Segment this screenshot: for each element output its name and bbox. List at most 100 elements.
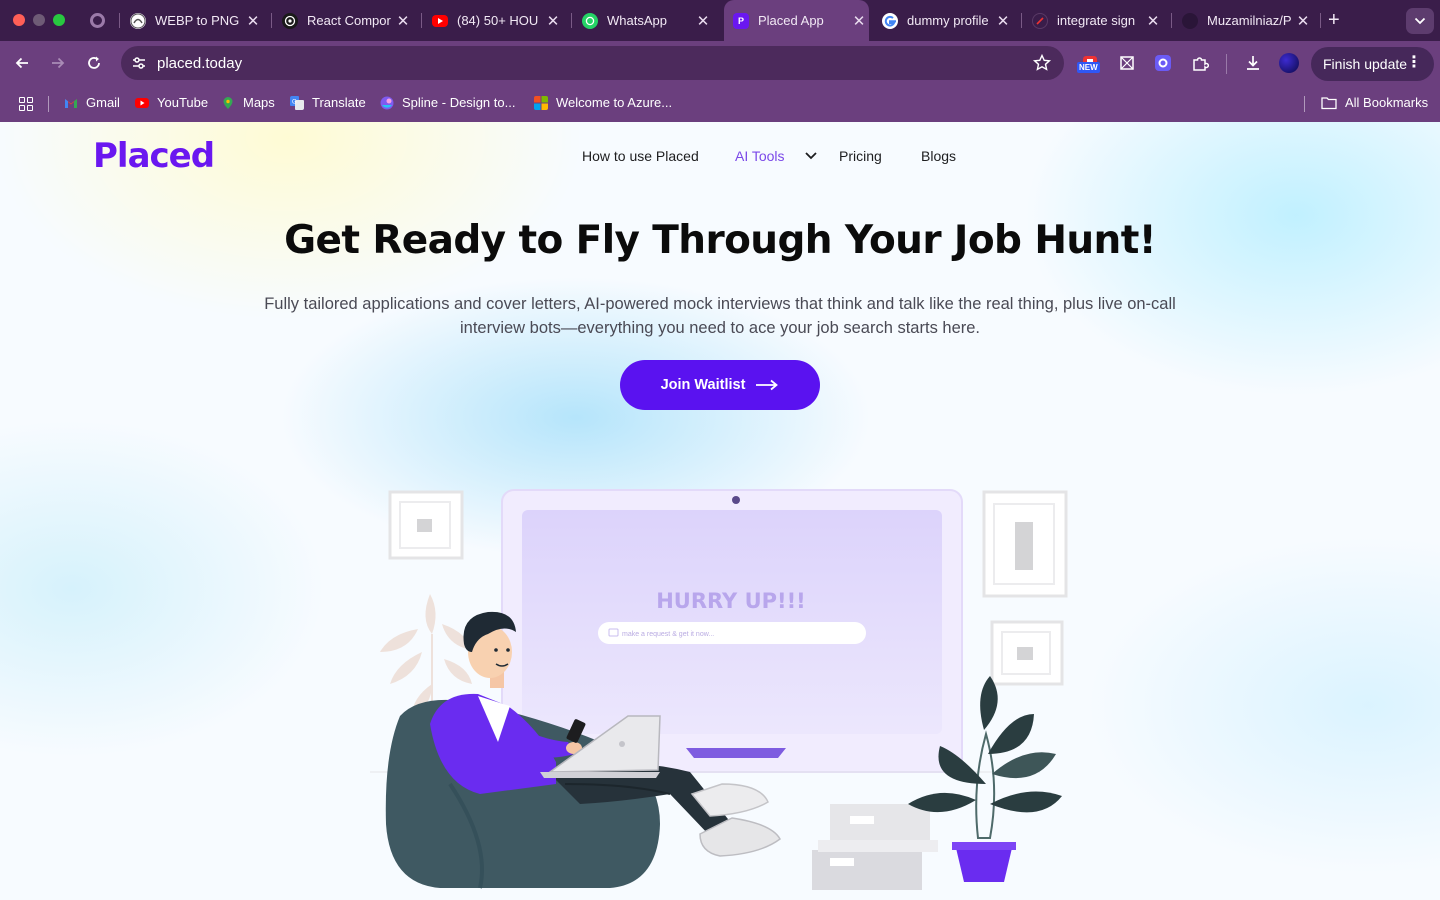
folder-icon — [1321, 96, 1337, 109]
nav-ai-tools[interactable]: AI Tools — [735, 148, 785, 164]
opera-icon[interactable] — [90, 13, 105, 28]
more-vertical-icon: ⋮ — [1406, 54, 1422, 71]
close-tab-icon[interactable]: ✕ — [1143, 12, 1163, 30]
apps-grid-icon[interactable] — [19, 97, 33, 111]
close-tab-icon[interactable]: ✕ — [849, 12, 869, 30]
hero-title: Get Ready to Fly Through Your Job Hunt! — [284, 218, 1156, 263]
clerk-icon — [1032, 12, 1048, 29]
bookmark-label: Spline - Design to... — [402, 95, 516, 110]
window-minimize-button[interactable] — [33, 14, 45, 26]
nav-blogs[interactable]: Blogs — [921, 148, 956, 164]
tab-integrate-sign[interactable]: integrate sign ✕ — [1032, 0, 1163, 41]
bookmark-youtube[interactable]: YouTube — [135, 95, 208, 110]
spline-icon — [380, 96, 394, 109]
picture-frame-right-small — [990, 620, 1064, 686]
tab-title: WhatsApp — [607, 13, 667, 28]
close-tab-icon[interactable]: ✕ — [243, 12, 263, 30]
site-settings-icon[interactable] — [129, 53, 149, 73]
translate-icon: G — [290, 95, 304, 110]
tab-strip: WEBP to PNG ✕ React Compor ✕ (84) 50+ HO… — [0, 0, 1440, 41]
hero-subtitle-line: interview bots—everything you need to ac… — [459, 319, 981, 337]
tab-separator — [271, 13, 272, 28]
storage-boxes — [812, 804, 938, 890]
back-button[interactable] — [11, 52, 33, 74]
close-tab-icon[interactable]: ✕ — [543, 12, 563, 30]
profile-avatar[interactable] — [1279, 53, 1299, 73]
bookmark-star-icon[interactable] — [1032, 53, 1052, 73]
nav-pricing[interactable]: Pricing — [839, 148, 882, 164]
bookmark-gmail[interactable]: Gmail — [64, 95, 120, 110]
picture-frame-left — [388, 490, 464, 560]
picture-frame-right-tall — [982, 490, 1068, 598]
webp-converter-icon — [130, 12, 146, 29]
tab-title: Placed App — [758, 13, 824, 28]
forward-button[interactable] — [47, 52, 69, 74]
tab-webp-to-png[interactable]: WEBP to PNG ✕ — [130, 0, 263, 41]
bookmark-label: Gmail — [86, 95, 120, 110]
chevron-down-icon[interactable] — [804, 151, 818, 161]
close-tab-icon[interactable]: ✕ — [993, 12, 1013, 30]
hero-subtitle-line: Fully tailored applications and cover le… — [264, 295, 1176, 313]
bookmark-label: Translate — [312, 95, 366, 110]
tab-title: integrate sign — [1057, 13, 1136, 28]
tab-react-components[interactable]: React Compor ✕ — [282, 0, 413, 41]
finish-update-label: Finish update — [1323, 56, 1408, 72]
tab-whatsapp[interactable]: WhatsApp ✕ — [582, 0, 713, 41]
all-bookmarks-label: All Bookmarks — [1345, 95, 1429, 110]
bookmark-separator — [48, 96, 49, 112]
hero-subtitle: Fully tailored applications and cover le… — [230, 292, 1210, 340]
youtube-icon — [135, 97, 149, 108]
placed-icon: P — [733, 12, 749, 29]
join-waitlist-button[interactable]: Join Waitlist — [620, 360, 820, 410]
tab-dummy-profile[interactable]: dummy profile ✕ — [882, 0, 1013, 41]
github-icon — [1182, 12, 1198, 29]
bookmark-spline[interactable]: Spline - Design to... — [380, 95, 515, 110]
nav-how-to-use[interactable]: How to use Placed — [582, 148, 699, 164]
gear-extension-icon[interactable] — [1153, 53, 1173, 73]
url-text: placed.today — [157, 55, 243, 72]
bookmark-label: Welcome to Azure... — [556, 95, 673, 110]
arrow-right-icon — [756, 379, 779, 391]
arrow-left-icon — [15, 57, 28, 69]
bookmark-azure[interactable]: Welcome to Azure... — [534, 95, 672, 110]
close-tab-icon[interactable]: ✕ — [393, 12, 413, 30]
bookmark-translate[interactable]: G Translate — [290, 95, 366, 110]
gmail-icon — [65, 98, 77, 108]
tab-separator — [571, 13, 572, 28]
all-bookmarks-button[interactable]: All Bookmarks — [1321, 95, 1428, 110]
bookmark-label: YouTube — [157, 95, 209, 110]
svg-text:G: G — [292, 99, 297, 105]
tab-github[interactable]: Muzamilniaz/P ✕ — [1182, 0, 1313, 41]
tab-separator — [1021, 13, 1022, 28]
bookmark-separator — [1304, 96, 1305, 112]
extensions-puzzle-icon[interactable] — [1190, 53, 1210, 73]
close-tab-icon[interactable]: ✕ — [1293, 12, 1313, 30]
tab-title: WEBP to PNG — [155, 13, 240, 28]
bookmark-maps[interactable]: Maps — [221, 95, 275, 110]
new-badge: NEW — [1077, 62, 1100, 73]
finish-update-button[interactable]: Finish update ⋮ — [1311, 47, 1434, 81]
bookmarks-bar: Gmail YouTube Maps G Translate Spline - … — [0, 86, 1440, 122]
tab-title: (84) 50+ HOU — [457, 13, 539, 28]
monitor-headline: HURRY UP!!! — [656, 589, 806, 613]
tab-separator — [119, 13, 120, 28]
browser-toolbar: placed.today NEW Finish update ⋮ — [0, 41, 1440, 86]
tab-youtube[interactable]: (84) 50+ HOU ✕ — [432, 0, 563, 41]
new-tab-button[interactable]: + — [1328, 9, 1340, 31]
reload-button[interactable] — [83, 52, 105, 74]
page-content: Placed How to use Placed AI Tools Pricin… — [0, 122, 1440, 900]
openai-icon — [282, 12, 298, 29]
window-zoom-button[interactable] — [53, 14, 65, 26]
monitor-input-placeholder: make a request & get it now... — [622, 631, 714, 638]
microsoft-icon — [534, 95, 548, 110]
tab-separator — [1171, 13, 1172, 28]
close-tab-icon[interactable]: ✕ — [693, 12, 713, 30]
hero-illustration: HURRY UP!!! make a request & get it now.… — [370, 489, 1068, 890]
address-bar[interactable]: placed.today — [121, 46, 1064, 80]
tab-placed-app[interactable]: P Placed App ✕ — [724, 0, 869, 41]
window-close-button[interactable] — [13, 14, 25, 26]
screenshot-extension-icon[interactable] — [1117, 53, 1137, 73]
tab-search-button[interactable] — [1406, 8, 1434, 34]
placed-logo[interactable]: Placed — [93, 136, 215, 176]
downloads-icon[interactable] — [1243, 53, 1263, 73]
